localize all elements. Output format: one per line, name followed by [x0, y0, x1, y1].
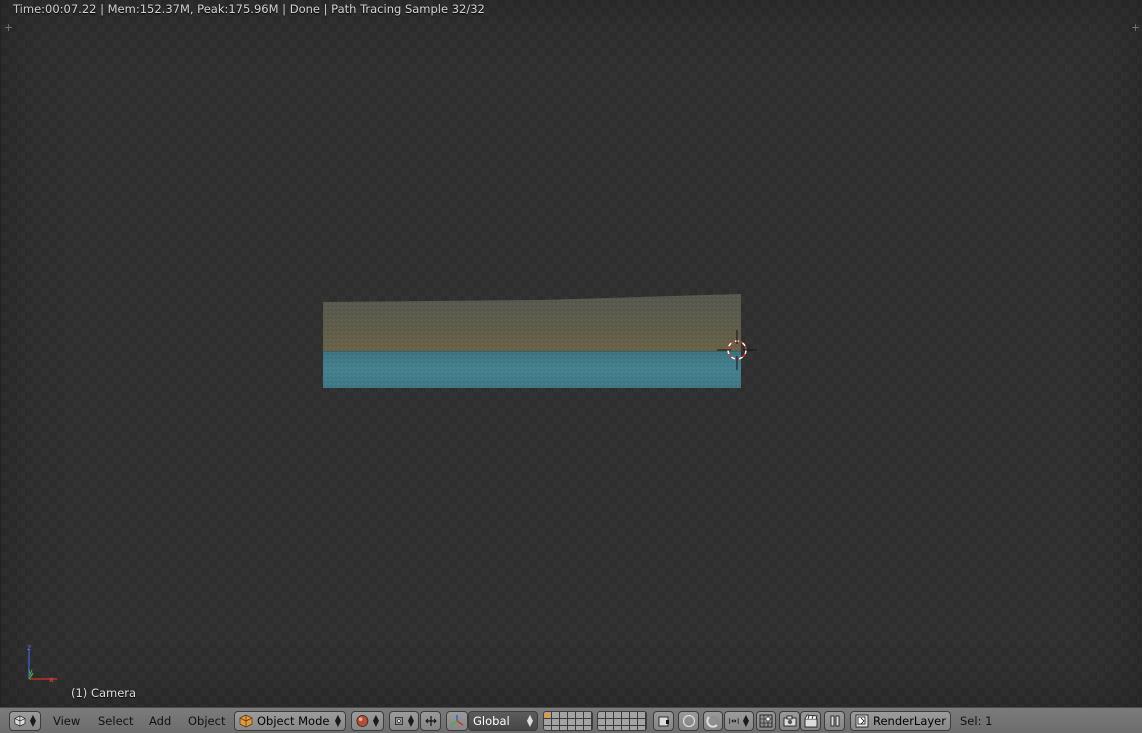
cube-icon: [14, 715, 26, 727]
pivot-point-selector[interactable]: ▲ ▼: [389, 711, 419, 731]
3d-viewport[interactable]: Time:00:07.22 | Mem:152.37M, Peak:175.96…: [0, 0, 1142, 707]
magnet-snap-icon: [706, 716, 718, 728]
snap-increment-icon: [729, 718, 739, 724]
mode-selector[interactable]: Object Mode ▲ ▼: [234, 711, 346, 731]
3d-view-header: ▲ ▼ View Select Add Object Object Mode ▲ ▼…: [0, 707, 1142, 733]
proportional-edit-button[interactable]: [678, 711, 699, 731]
menu-add[interactable]: Add: [149, 711, 171, 731]
transform-orientation-icon: [450, 715, 464, 726]
axis-orientation-icon: z y x: [27, 643, 57, 684]
render-layer-icon: [855, 714, 869, 728]
rendered-object: [323, 294, 741, 388]
chevron-updown-icon: ▲ ▼: [372, 713, 379, 728]
menu-view[interactable]: View: [53, 711, 80, 731]
orientation-label: Global: [473, 714, 510, 728]
clapper-render-icon: [804, 714, 818, 728]
active-layer-icon: [545, 713, 550, 718]
chevron-updown-icon: ▲ ▼: [526, 713, 533, 728]
sphere-shading-icon: [356, 715, 369, 727]
snap-element-selector[interactable]: ▲ ▼: [724, 711, 754, 731]
object-mode-cube-icon: [239, 714, 253, 728]
chevron-updown-icon: ▲ ▼: [29, 713, 36, 728]
chevron-updown-icon: ▲ ▼: [742, 713, 749, 728]
menu-select[interactable]: Select: [98, 711, 133, 731]
manipulator-icon: [424, 716, 437, 726]
chevron-updown-icon: ▲ ▼: [334, 713, 341, 728]
chevron-updown-icon: ▲ ▼: [407, 713, 414, 728]
svg-text:x: x: [49, 675, 54, 684]
pause-icon: [830, 715, 839, 727]
camera-render-icon: [783, 715, 796, 727]
render-layer-selector[interactable]: RenderLayer: [850, 711, 951, 731]
svg-text:y: y: [28, 667, 33, 676]
layers-grid-icon: [658, 716, 669, 727]
lock-layers-button[interactable]: [653, 711, 674, 731]
scene-layers-group-2[interactable]: [597, 711, 647, 731]
menu-object[interactable]: Object: [188, 711, 225, 731]
opengl-render-animation-button[interactable]: [800, 711, 821, 731]
snap-target-button[interactable]: [756, 711, 776, 731]
editor-type-selector[interactable]: ▲ ▼: [9, 711, 41, 731]
blender-window: Time:00:07.22 | Mem:152.37M, Peak:175.96…: [0, 0, 1142, 733]
opengl-render-button[interactable]: [779, 711, 800, 731]
snap-toggle-button[interactable]: [703, 711, 723, 731]
pause-render-button[interactable]: [824, 711, 845, 731]
mode-label: Object Mode: [257, 714, 330, 728]
manipulator-translate-button[interactable]: [446, 711, 468, 731]
transform-orientation-selector[interactable]: Global ▲ ▼: [468, 711, 538, 731]
active-object-info: (1) Camera: [71, 686, 137, 700]
pivot-point-icon: [395, 717, 403, 725]
snap-target-icon: [759, 714, 773, 728]
3d-cursor-icon[interactable]: [717, 330, 757, 370]
scene-layers-group-1[interactable]: [543, 711, 593, 731]
selection-count: Sel: 1: [960, 714, 993, 728]
manipulator-toggle-button[interactable]: [420, 711, 441, 731]
proportional-edit-icon: [682, 714, 695, 728]
render-layer-label: RenderLayer: [872, 714, 946, 728]
viewport-shading-selector[interactable]: ▲ ▼: [351, 711, 384, 731]
svg-text:z: z: [27, 643, 31, 652]
